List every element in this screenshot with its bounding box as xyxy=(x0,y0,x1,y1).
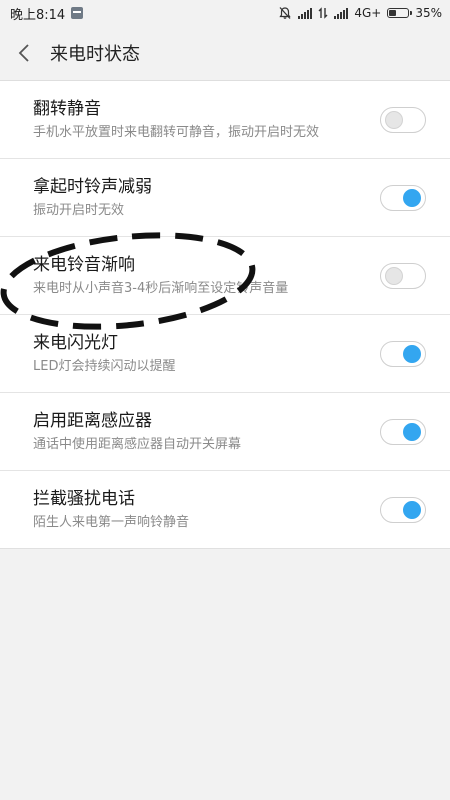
status-right: 4G+ 35% xyxy=(278,6,442,20)
header: 来电时状态 xyxy=(0,26,450,81)
setting-row[interactable]: 来电铃音渐响来电时从小声音3-4秒后渐响至设定铃声音量 xyxy=(0,237,450,315)
setting-title: 启用距离感应器 xyxy=(33,410,152,431)
setting-subtitle: 陌生人来电第一声响铃静音 xyxy=(33,514,190,530)
status-bar: 晚上8:14 4G+ 35% xyxy=(0,0,450,26)
setting-title: 拿起时铃声减弱 xyxy=(33,176,152,197)
settings-list: 翻转静音手机水平放置时来电翻转可静音，振动开启时无效拿起时铃声减弱振动开启时无效… xyxy=(0,81,450,549)
signal-icon xyxy=(334,7,349,19)
setting-row[interactable]: 拿起时铃声减弱振动开启时无效 xyxy=(0,159,450,237)
toggle-switch[interactable] xyxy=(380,262,426,289)
chevron-left-icon xyxy=(18,44,29,62)
toggle-knob xyxy=(385,266,403,285)
back-button[interactable] xyxy=(0,26,48,80)
setting-text: 来电闪光灯 LED灯会持续闪动以提醒 xyxy=(33,332,380,376)
battery-icon xyxy=(387,8,413,18)
setting-title: 来电闪光灯 xyxy=(33,332,118,353)
setting-row[interactable]: 翻转静音手机水平放置时来电翻转可静音，振动开启时无效 xyxy=(0,81,450,159)
setting-text: 翻转静音手机水平放置时来电翻转可静音，振动开启时无效 xyxy=(33,98,380,142)
mute-icon xyxy=(279,7,291,19)
setting-text: 拿起时铃声减弱振动开启时无效 xyxy=(33,176,380,220)
setting-subtitle: 通话中使用距离感应器自动开关屏幕 xyxy=(33,436,242,452)
setting-title: 来电铃音渐响 xyxy=(33,254,135,275)
toggle-knob xyxy=(403,422,421,441)
network-type: 4G+ xyxy=(354,6,382,20)
toggle-switch[interactable] xyxy=(380,496,426,523)
data-icon xyxy=(318,7,328,19)
setting-row[interactable]: 启用距离感应器通话中使用距离感应器自动开关屏幕 xyxy=(0,393,450,471)
setting-subtitle: LED灯会持续闪动以提醒 xyxy=(33,358,176,374)
toggle-knob xyxy=(403,344,421,363)
setting-subtitle: 手机水平放置时来电翻转可静音，振动开启时无效 xyxy=(33,124,320,140)
toggle-knob xyxy=(403,188,421,207)
status-left: 晚上8:14 xyxy=(10,4,84,23)
status-time: 晚上8:14 xyxy=(10,7,66,23)
toggle-switch[interactable] xyxy=(380,418,426,445)
setting-text: 启用距离感应器通话中使用距离感应器自动开关屏幕 xyxy=(33,410,380,454)
setting-subtitle: 振动开启时无效 xyxy=(33,202,125,218)
toggle-switch[interactable] xyxy=(380,106,426,133)
toggle-knob xyxy=(403,500,421,519)
page-title: 来电时状态 xyxy=(50,44,140,65)
setting-title: 翻转静音 xyxy=(33,98,101,119)
setting-text: 来电铃音渐响来电时从小声音3-4秒后渐响至设定铃声音量 xyxy=(33,254,380,298)
signal-icon xyxy=(298,7,313,19)
setting-row[interactable]: 来电闪光灯 LED灯会持续闪动以提醒 xyxy=(0,315,450,393)
setting-row[interactable]: 拦截骚扰电话陌生人来电第一声响铃静音 xyxy=(0,471,450,549)
setting-subtitle: 来电时从小声音3-4秒后渐响至设定铃声音量 xyxy=(33,280,289,296)
toggle-switch[interactable] xyxy=(380,184,426,211)
setting-title: 拦截骚扰电话 xyxy=(33,488,135,509)
toggle-knob xyxy=(385,110,403,129)
setting-text: 拦截骚扰电话陌生人来电第一声响铃静音 xyxy=(33,488,380,532)
battery-text: 35% xyxy=(415,6,442,20)
message-icon xyxy=(71,7,84,19)
toggle-switch[interactable] xyxy=(380,340,426,367)
